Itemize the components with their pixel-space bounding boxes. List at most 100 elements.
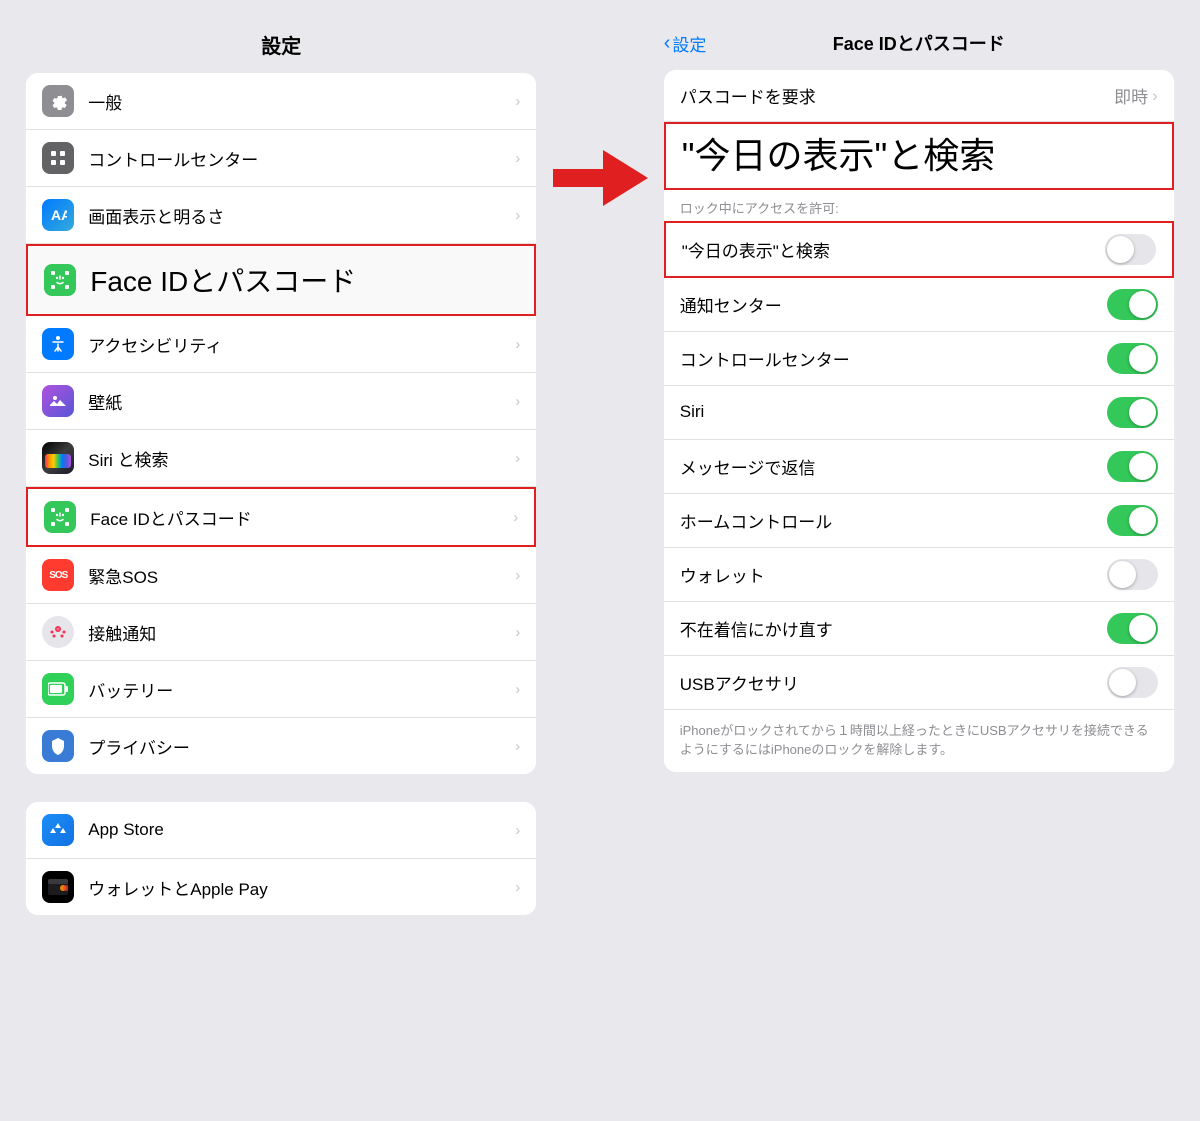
appstore-label: App Store: [88, 820, 507, 840]
section-label: ロック中にアクセスを許可:: [664, 190, 1174, 221]
chevron-icon: ›: [515, 822, 520, 839]
settings-item-wallet[interactable]: ウォレットとApple Pay ›: [26, 859, 536, 915]
chevron-icon: ›: [515, 207, 520, 224]
svg-text:AA: AA: [51, 207, 67, 223]
toggle-row-notification-center[interactable]: 通知センター: [664, 278, 1174, 332]
siri-toggle[interactable]: [1107, 397, 1158, 428]
toggle-row-control-center[interactable]: コントロールセンター: [664, 332, 1174, 386]
chevron-icon: ›: [515, 681, 520, 698]
settings-item-siri[interactable]: Siri と検索 ›: [26, 430, 536, 487]
settings-item-control-center[interactable]: コントロールセンター ›: [26, 130, 536, 187]
settings-item-sos[interactable]: SOS 緊急SOS ›: [26, 547, 536, 604]
wallet-icon: [42, 871, 74, 903]
toggle-row-missed-call[interactable]: 不在着信にかけ直す: [664, 602, 1174, 656]
missed-call-toggle[interactable]: [1107, 613, 1158, 644]
accessibility-icon: [42, 328, 74, 360]
siri-icon: [42, 442, 74, 474]
sos-icon: SOS: [42, 559, 74, 591]
chevron-icon: ›: [513, 509, 518, 526]
big-heading-text: "今日の表示"と検索: [682, 136, 1156, 176]
gear-icon: [42, 85, 74, 117]
chevron-icon: ›: [515, 336, 520, 353]
chevron-icon: ›: [515, 150, 520, 167]
passcode-row[interactable]: パスコードを要求 即時 ›: [664, 70, 1174, 122]
passcode-chevron: ›: [1152, 86, 1158, 106]
footer-note: iPhoneがロックされてから１時間以上経ったときにUSBアクセサリを接続できる…: [664, 710, 1174, 772]
toggle-row-message-reply[interactable]: メッセージで返信: [664, 440, 1174, 494]
settings-item-appstore[interactable]: App Store ›: [26, 802, 536, 859]
settings-item-display[interactable]: AA 画面表示と明るさ ›: [26, 187, 536, 244]
settings-item-general[interactable]: 一般 ›: [26, 73, 536, 130]
arrow-shaft: [553, 169, 603, 187]
toggle-row-wallet[interactable]: ウォレット: [664, 548, 1174, 602]
settings-list-bottom: App Store › ウォレットとApple Pay ›: [26, 802, 536, 915]
chevron-icon: ›: [515, 624, 520, 641]
chevron-icon: ›: [515, 450, 520, 467]
toggle-thumb: [1129, 291, 1156, 318]
settings-item-wallpaper[interactable]: 壁紙 ›: [26, 373, 536, 430]
appstore-icon: [42, 814, 74, 846]
home-control-label: ホームコントロール: [680, 508, 833, 533]
settings-item-battery[interactable]: バッテリー ›: [26, 661, 536, 718]
notification-center-label: 通知センター: [680, 292, 782, 317]
usb-toggle[interactable]: [1107, 667, 1158, 698]
control-center-icon: [42, 142, 74, 174]
toggle-thumb: [1129, 507, 1156, 534]
notification-center-toggle[interactable]: [1107, 289, 1158, 320]
chevron-icon: ›: [515, 738, 520, 755]
toggle-thumb: [1129, 345, 1156, 372]
faceid-row-label: Face IDとパスコード: [90, 505, 505, 530]
right-header: ‹ 設定 Face IDとパスコード: [664, 30, 1174, 56]
siri-right-label: Siri: [680, 402, 705, 422]
back-button[interactable]: ‹ 設定: [664, 31, 707, 56]
arrow-head: [603, 150, 648, 206]
toggle-thumb: [1129, 453, 1156, 480]
missed-call-label: 不在着信にかけ直す: [680, 616, 833, 641]
settings-item-accessibility[interactable]: アクセシビリティ ›: [26, 316, 536, 373]
faceid-large-label: Face IDとパスコード: [90, 260, 518, 300]
today-view-toggle[interactable]: [1105, 234, 1156, 265]
left-panel-title: 設定: [261, 30, 301, 59]
siri-label: Siri と検索: [88, 446, 507, 471]
toggle-row-today-view[interactable]: "今日の表示"と検索: [664, 221, 1174, 278]
home-control-toggle[interactable]: [1107, 505, 1158, 536]
main-container: 設定 一般 ›: [0, 20, 1200, 925]
faceid-icon: [44, 501, 76, 533]
toggle-thumb: [1109, 561, 1136, 588]
settings-item-faceid-large[interactable]: Face IDとパスコード: [26, 244, 536, 316]
usb-label: USBアクセサリ: [680, 670, 799, 695]
display-label: 画面表示と明るさ: [88, 203, 507, 228]
chevron-icon: ›: [515, 879, 520, 896]
passcode-value-text: 即時: [1114, 83, 1148, 108]
big-heading-box: "今日の表示"と検索: [664, 122, 1174, 190]
toggle-row-home-control[interactable]: ホームコントロール: [664, 494, 1174, 548]
toggle-thumb: [1107, 236, 1134, 263]
right-panel-title: Face IDとパスコード: [833, 30, 1005, 56]
control-center-toggle[interactable]: [1107, 343, 1158, 374]
chevron-icon: ›: [515, 93, 520, 110]
settings-item-privacy[interactable]: プライバシー ›: [26, 718, 536, 774]
privacy-icon: [42, 730, 74, 762]
arrow-container: [543, 150, 658, 206]
wallet-label: ウォレットとApple Pay: [88, 875, 507, 900]
control-center-label: コントロールセンター: [88, 146, 507, 171]
message-reply-toggle[interactable]: [1107, 451, 1158, 482]
toggle-row-siri[interactable]: Siri: [664, 386, 1174, 440]
settings-item-faceid[interactable]: Face IDとパスコード ›: [26, 487, 536, 547]
toggle-row-usb[interactable]: USBアクセサリ: [664, 656, 1174, 710]
toggle-thumb: [1129, 615, 1156, 642]
settings-item-contact[interactable]: 接触通知 ›: [26, 604, 536, 661]
contact-icon: [42, 616, 74, 648]
wallpaper-label: 壁紙: [88, 389, 507, 414]
right-panel: ‹ 設定 Face IDとパスコード パスコードを要求 即時 › "今日の表示"…: [658, 30, 1181, 772]
today-view-label: "今日の表示"と検索: [682, 237, 830, 262]
passcode-value: 即時 ›: [1114, 83, 1158, 108]
faceid-large-icon: [44, 264, 76, 296]
general-label: 一般: [88, 89, 507, 114]
wallet-toggle[interactable]: [1107, 559, 1158, 590]
toggle-thumb: [1109, 669, 1136, 696]
back-label: 設定: [672, 31, 706, 56]
privacy-label: プライバシー: [88, 734, 507, 759]
control-center-right-label: コントロールセンター: [680, 346, 850, 371]
back-chevron-icon: ‹: [664, 32, 671, 55]
